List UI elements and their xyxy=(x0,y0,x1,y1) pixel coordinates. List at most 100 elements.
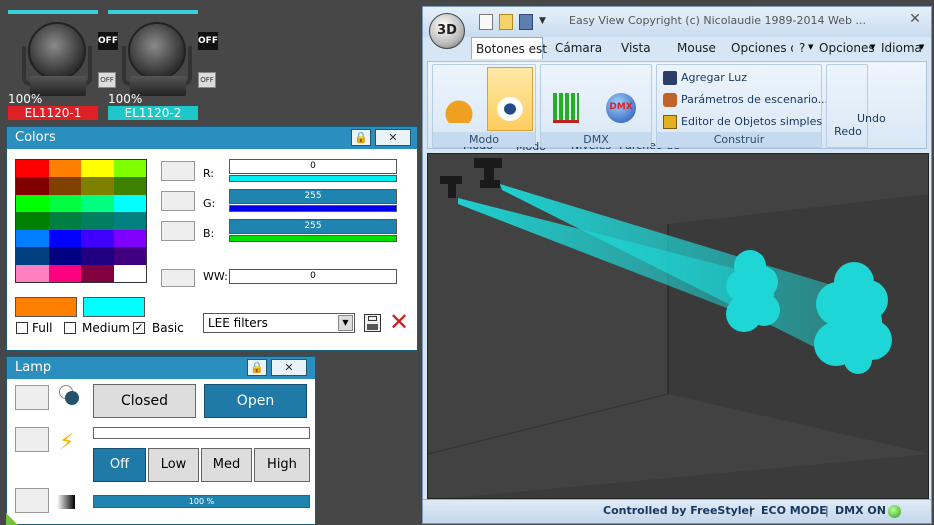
modo-usuario-button[interactable]: Modo usuario xyxy=(487,67,546,166)
channel-r-bar[interactable] xyxy=(229,175,397,182)
palette-swatch[interactable] xyxy=(81,212,114,230)
dimmer-slider[interactable]: 100 % xyxy=(93,495,310,508)
palette-swatch[interactable] xyxy=(113,160,146,178)
undo-redo-button[interactable]: Undo Redo xyxy=(829,99,886,138)
closed-button[interactable]: Closed xyxy=(93,384,196,418)
lamp-power-button[interactable] xyxy=(15,427,49,452)
tab-help[interactable]: ? xyxy=(799,37,805,59)
palette-swatch[interactable] xyxy=(48,212,81,230)
parametros-button[interactable]: Parámetros de escenario... xyxy=(663,91,828,109)
tab-mouse[interactable]: Mouse xyxy=(677,37,716,59)
lock-icon[interactable]: 🔒 xyxy=(351,129,371,146)
close-icon[interactable]: ✕ xyxy=(375,129,411,146)
palette-swatch[interactable] xyxy=(81,229,114,248)
palette-swatch[interactable] xyxy=(16,264,49,282)
off-indicator[interactable]: OFF xyxy=(198,32,218,50)
full-checkbox[interactable] xyxy=(16,322,28,334)
tab-opciones[interactable]: Opciones xyxy=(819,37,875,59)
channel-ww-button[interactable] xyxy=(161,269,195,287)
tab-vista[interactable]: Vista xyxy=(621,37,651,59)
palette-swatch[interactable] xyxy=(113,247,146,265)
palette-swatch[interactable] xyxy=(81,264,114,282)
palette-swatch[interactable] xyxy=(16,212,49,230)
shutter-button[interactable] xyxy=(15,385,49,410)
app-logo[interactable]: 3D xyxy=(429,13,465,49)
current-color-1[interactable] xyxy=(15,297,77,317)
3d-viewport[interactable] xyxy=(427,153,929,499)
close-icon[interactable]: ✕ xyxy=(271,359,307,376)
palette-swatch[interactable] xyxy=(48,177,81,195)
new-file-icon[interactable] xyxy=(479,14,493,30)
opciones-chevron-icon[interactable]: ▼ xyxy=(870,37,875,57)
lock-icon[interactable]: 🔒 xyxy=(247,359,267,376)
open-button[interactable]: Open xyxy=(204,384,307,418)
modo-construir-button[interactable]: Modo Construir xyxy=(435,67,493,165)
palette-swatch[interactable] xyxy=(48,160,81,178)
window-title-bar[interactable]: 3D ▼ Easy View Copyright (c) Nicolaudie … xyxy=(423,7,931,49)
fixture-2[interactable]: OFF OFF 100% EL1120-2 xyxy=(108,10,218,122)
palette-swatch[interactable] xyxy=(16,177,49,195)
channel-r-button[interactable] xyxy=(161,161,195,181)
group-dmx: Niveles DMX DMX Parcheo de Universos DMX xyxy=(540,64,680,165)
channel-g-button[interactable] xyxy=(161,191,195,211)
palette-swatch[interactable] xyxy=(113,194,146,213)
palette-swatch[interactable] xyxy=(16,194,49,213)
palette-swatch[interactable] xyxy=(48,264,81,282)
palette-swatch[interactable] xyxy=(113,177,146,195)
mode-off-button[interactable]: Off xyxy=(93,448,146,482)
save-icon[interactable] xyxy=(519,14,533,30)
mode-low-button[interactable]: Low xyxy=(148,448,199,482)
palette-swatch[interactable] xyxy=(48,247,81,265)
mode-med-button[interactable]: Med xyxy=(201,448,252,482)
open-folder-icon[interactable] xyxy=(499,14,513,30)
channel-b-bar[interactable] xyxy=(229,235,397,242)
channel-b-button[interactable] xyxy=(161,221,195,241)
group-construir-label: Construir xyxy=(657,132,821,147)
channel-g-value[interactable]: 255 xyxy=(229,189,397,204)
color-palette xyxy=(15,159,147,283)
channel-r-value[interactable]: 0 xyxy=(229,159,397,174)
basic-checkbox[interactable]: ✓ xyxy=(133,322,145,334)
tab-camara[interactable]: Cámara xyxy=(555,37,602,59)
dimmer-button[interactable] xyxy=(15,488,49,513)
palette-swatch[interactable] xyxy=(81,247,114,265)
chevron-down-icon[interactable]: ▼ xyxy=(338,315,353,331)
medium-checkbox[interactable] xyxy=(64,322,76,334)
palette-swatch[interactable] xyxy=(81,160,114,178)
object-editor-icon xyxy=(663,115,677,129)
tab-opciones-d[interactable]: Opciones d xyxy=(731,37,793,59)
mode-high-button[interactable]: High xyxy=(254,448,310,482)
resize-grip-icon[interactable] xyxy=(6,513,18,525)
idioma-chevron-icon[interactable]: ▼ xyxy=(919,37,924,57)
current-color-2[interactable] xyxy=(83,297,145,317)
palette-swatch[interactable] xyxy=(16,247,49,265)
delete-icon[interactable]: ✕ xyxy=(388,310,410,334)
channel-b-value[interactable]: 255 xyxy=(229,219,397,234)
parcheo-button[interactable]: DMX Parcheo de Universos xyxy=(591,67,680,165)
palette-swatch[interactable] xyxy=(48,229,81,248)
palette-swatch[interactable] xyxy=(16,160,49,178)
filter-select[interactable]: LEE filters ▼ xyxy=(203,313,355,333)
off-button[interactable]: OFF xyxy=(198,72,216,88)
palette-swatch[interactable] xyxy=(81,177,114,195)
fixture-1[interactable]: OFF OFF 100% EL1120-1 xyxy=(8,10,118,122)
3d-scene[interactable] xyxy=(428,154,929,499)
editor-objetos-button[interactable]: Editor de Objetos simples xyxy=(663,113,822,131)
palette-swatch[interactable] xyxy=(113,264,146,282)
palette-swatch[interactable] xyxy=(48,194,81,213)
agregar-luz-button[interactable]: Agregar Luz xyxy=(663,69,747,87)
palette-swatch[interactable] xyxy=(81,194,114,213)
channel-g-bar[interactable] xyxy=(229,205,397,212)
save-icon[interactable] xyxy=(364,314,381,332)
niveles-dmx-button[interactable]: Niveles DMX xyxy=(543,67,611,165)
tab-botones[interactable]: Botones est xyxy=(471,37,547,59)
palette-swatch[interactable] xyxy=(113,229,146,248)
tab-idioma[interactable]: Idioma xyxy=(881,37,922,59)
window-close-icon[interactable]: ✕ xyxy=(907,11,923,29)
help-chevron-icon[interactable]: ▼ xyxy=(808,37,813,57)
channel-ww-value[interactable]: 0 xyxy=(229,269,397,284)
palette-swatch[interactable] xyxy=(113,212,146,230)
qa-chevron-icon[interactable]: ▼ xyxy=(539,16,546,26)
palette-swatch[interactable] xyxy=(16,229,49,248)
colors-title: Colors xyxy=(15,130,56,145)
